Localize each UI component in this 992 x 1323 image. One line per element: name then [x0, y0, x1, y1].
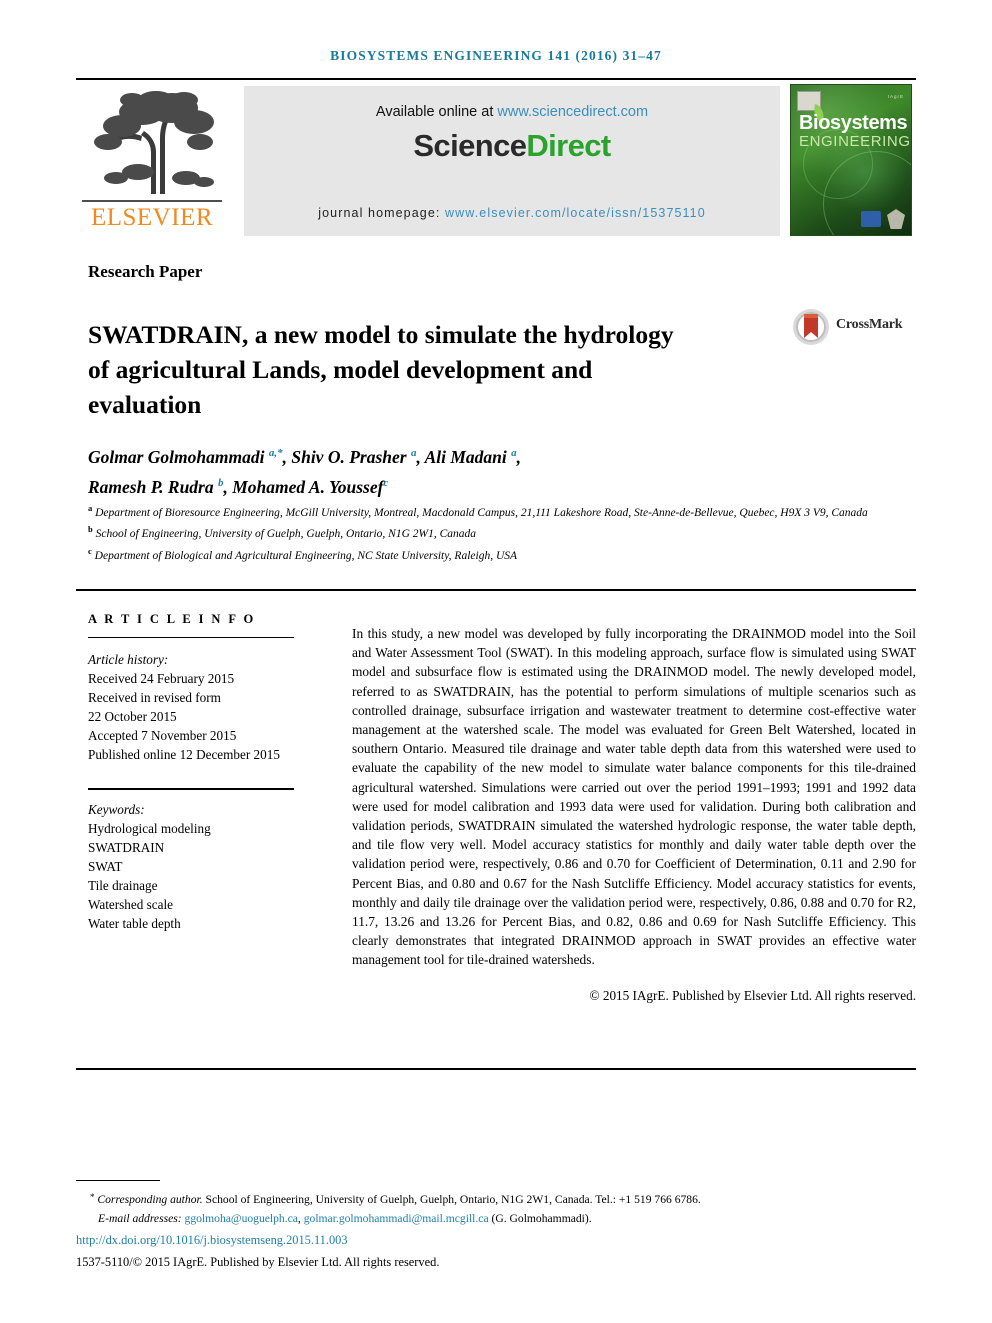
corresponding-author-note: * Corresponding author. School of Engine… [76, 1188, 926, 1210]
journal-masthead: ELSEVIER Available online at www.science… [76, 78, 916, 238]
cover-corner-label: IAgrE [887, 94, 904, 99]
email-link-1[interactable]: ggolmoha@uoguelph.ca [185, 1212, 298, 1225]
abstract-bottom-rule [76, 1068, 916, 1070]
affiliation-text: School of Engineering, University of Gue… [95, 528, 477, 541]
doi-link[interactable]: http://dx.doi.org/10.1016/j.biosystemsen… [76, 1231, 926, 1250]
journal-homepage-line: journal homepage: www.elsevier.com/locat… [244, 206, 780, 220]
affiliation-mark: c [88, 545, 92, 556]
elsevier-wordmark: ELSEVIER [90, 204, 214, 231]
article-head-rule [76, 589, 916, 591]
running-head: BIOSYSTEMS ENGINEERING 141 (2016) 31–47 [330, 48, 662, 63]
abstract-section: In this study, a new model was developed… [352, 624, 916, 1005]
journal-cover-image: IAgrE Biosystems ENGINEERING [790, 84, 912, 236]
keyword-item[interactable]: Watershed scale [88, 895, 314, 914]
sciencedirect-logo[interactable]: ScienceDirect [244, 128, 780, 164]
keyword-item[interactable]: SWATDRAIN [88, 838, 314, 857]
journal-homepage-label: journal homepage: [318, 206, 446, 220]
article-history-item: Received 24 February 2015 [88, 671, 235, 687]
crossmark-badge[interactable]: CrossMark [792, 306, 918, 348]
keywords-label: Keywords: [88, 801, 145, 817]
affiliation-list: a Department of Bioresource Engineering,… [88, 500, 878, 564]
sciencedirect-logo-science: Science [413, 128, 527, 163]
affiliation-mark: b [88, 524, 93, 535]
author-4-name: Ramesh P. Rudra [88, 476, 218, 497]
sciencedirect-banner: Available online at www.sciencedirect.co… [244, 86, 780, 236]
crossmark-label: CrossMark [836, 317, 903, 332]
elsevier-logo: ELSEVIER [80, 86, 224, 236]
article-history-item: 22 October 2015 [88, 709, 177, 725]
cover-title-line1: Biosystems [799, 112, 908, 134]
crossmark-icon [792, 308, 830, 346]
affiliation-item: b School of Engineering, University of G… [88, 521, 878, 542]
article-history-item: Accepted 7 November 2015 [88, 728, 237, 744]
keyword-item[interactable]: SWAT [88, 857, 314, 876]
cover-title: Biosystems ENGINEERING [799, 113, 911, 149]
author-3-name: , Ali Madani [416, 446, 512, 467]
available-online-line: Available online at www.sciencedirect.co… [244, 104, 780, 120]
affiliation-text: Department of Biological and Agricultura… [94, 549, 518, 562]
masthead-top-rule [76, 78, 916, 80]
corresponding-author-text: School of Engineering, University of Gue… [202, 1193, 701, 1206]
keywords-rule [88, 788, 294, 790]
author-5-name: , Mohamed A. Youssef [223, 476, 384, 497]
abstract-body: In this study, a new model was developed… [352, 626, 916, 968]
cover-logo-packaging-icon [861, 211, 881, 227]
affiliation-item: c Department of Biological and Agricultu… [88, 543, 878, 564]
cover-title-line2: ENGINEERING [799, 133, 911, 150]
author-list: Golmar Golmohammadi a,*, Shiv O. Prasher… [88, 440, 868, 500]
keywords-block: Keywords: Hydrological modeling SWATDRAI… [88, 800, 314, 933]
article-history-item: Published online 12 December 2015 [88, 747, 280, 763]
author-1-affil-mark[interactable]: a,* [269, 447, 283, 459]
asterisk-icon: * [90, 1192, 95, 1202]
journal-article-first-page: BIOSYSTEMS ENGINEERING 141 (2016) 31–47 [0, 0, 992, 1323]
footnote-block: * Corresponding author. School of Engine… [76, 1188, 926, 1271]
affiliation-mark: a [88, 503, 93, 513]
corresponding-author-label: Corresponding author. [97, 1193, 203, 1206]
email-owner: (G. Golmohammadi). [488, 1211, 592, 1225]
page-title: SWATDRAIN, a new model to simulate the h… [88, 320, 674, 420]
article-info-rule [88, 637, 294, 639]
sciencedirect-url-link[interactable]: www.sciencedirect.com [497, 104, 648, 120]
elsevier-baseline-rule [82, 200, 222, 202]
email-link-2[interactable]: golmar.golmohammadi@mail.mcgill.ca [304, 1212, 489, 1225]
keyword-item[interactable]: Water table depth [88, 914, 314, 933]
available-online-prefix: Available online at [375, 104, 498, 120]
affiliation-item: a Department of Bioresource Engineering,… [88, 500, 878, 521]
article-history-label: Article history: [88, 652, 169, 668]
email-note: E-mail addresses: ggolmoha@uoguelph.ca, … [76, 1210, 926, 1229]
email-label: E-mail addresses: [98, 1211, 182, 1225]
sciencedirect-logo-direct: Direct [526, 128, 611, 163]
section-type-label: Research Paper [88, 262, 203, 281]
journal-homepage-url[interactable]: www.elsevier.com/locate/issn/15375110 [445, 206, 706, 220]
article-info-column: A R T I C L E I N F O Article history: R… [88, 612, 314, 933]
keyword-item[interactable]: Hydrological modeling [88, 819, 314, 838]
author-1-name: Golmar Golmohammadi [88, 446, 269, 467]
abstract-copyright: © 2015 IAgrE. Published by Elsevier Ltd.… [589, 987, 916, 1003]
author-2-name: , Shiv O. Prasher [282, 446, 411, 467]
issn-copyright-line: 1537-5110/© 2015 IAgrE. Published by Els… [76, 1254, 440, 1269]
keyword-item[interactable]: Tile drainage [88, 876, 314, 895]
affiliation-text: Department of Bioresource Engineering, M… [95, 506, 868, 519]
elsevier-tree-icon [86, 86, 218, 198]
author-line1-comma: , [516, 446, 521, 467]
article-history-block: Article history: Received 24 February 20… [88, 650, 314, 764]
article-history-item: Received in revised form [88, 690, 221, 706]
footnote-separator-rule [76, 1180, 160, 1182]
author-5-affil-mark[interactable]: c [383, 477, 388, 489]
article-info-heading: A R T I C L E I N F O [88, 612, 256, 626]
